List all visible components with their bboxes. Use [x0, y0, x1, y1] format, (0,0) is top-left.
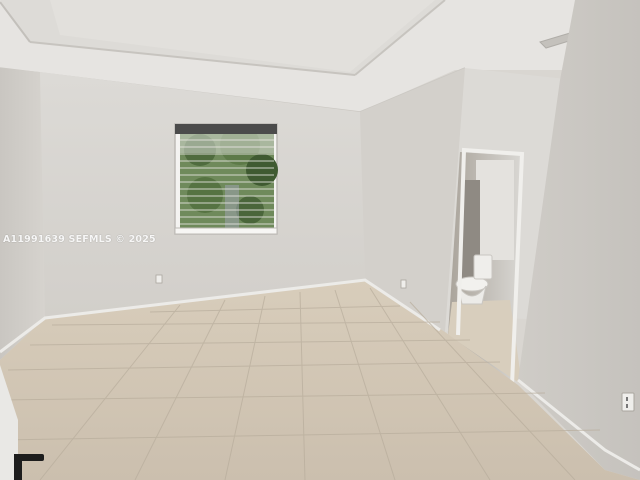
left-wall: [0, 68, 45, 360]
outlet: [621, 392, 635, 412]
window: [174, 123, 278, 235]
listing-photo: A11991639 SEFMLS © 2025: [0, 0, 640, 480]
watermark-text: A11991639 SEFMLS © 2025: [3, 234, 156, 245]
